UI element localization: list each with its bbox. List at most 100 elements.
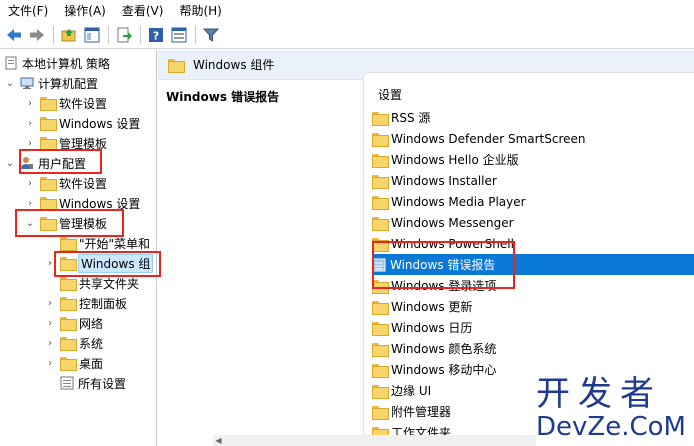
- settings-list-icon: [60, 376, 74, 390]
- tree-item-root[interactable]: 本地计算机 策略: [4, 53, 110, 73]
- chevron-right-icon[interactable]: ›: [44, 338, 56, 349]
- folder-icon: [372, 384, 389, 399]
- chevron-right-icon[interactable]: ›: [44, 258, 56, 269]
- up-folder-icon[interactable]: [58, 25, 80, 45]
- folder-icon: [372, 363, 389, 378]
- menu-file[interactable]: 文件(F): [8, 0, 48, 22]
- chevron-down-icon[interactable]: ⌄: [24, 218, 36, 229]
- watermark-logo: 开发者 DevZe.CoM: [536, 376, 694, 446]
- folder-icon: [372, 111, 389, 126]
- folder-icon: [372, 132, 389, 147]
- tree-label: 控制面板: [79, 296, 128, 311]
- tree-item-user-windows[interactable]: › Windows 设置: [24, 193, 140, 213]
- tree-label: 管理模板: [59, 136, 108, 151]
- chevron-right-icon[interactable]: ›: [24, 178, 36, 189]
- tree-label: 共享文件夹: [79, 276, 140, 291]
- tree-item-start-menu[interactable]: "开始"菜单和: [44, 233, 150, 253]
- user-icon: [20, 156, 34, 170]
- list-item-label: Windows 颜色系统: [391, 342, 497, 356]
- folder-icon: [372, 405, 389, 420]
- menu-action[interactable]: 操作(A): [64, 0, 106, 22]
- tree-item-computer-admin[interactable]: › 管理模板: [24, 133, 107, 153]
- tree-label: 本地计算机 策略: [22, 56, 110, 71]
- list-item-selected[interactable]: Windows 错误报告: [372, 254, 694, 275]
- list-item[interactable]: Windows Hello 企业版: [372, 149, 694, 170]
- folder-icon: [60, 317, 77, 331]
- tree-label: 桌面: [79, 356, 104, 371]
- chevron-right-icon[interactable]: ›: [24, 198, 36, 209]
- filter-icon[interactable]: [200, 25, 222, 45]
- list-item-label: Windows 日历: [391, 321, 473, 335]
- tree-label: 用户配置: [38, 156, 87, 171]
- list-item-label: 附件管理器: [391, 405, 452, 419]
- chevron-right-icon[interactable]: ›: [24, 118, 36, 129]
- list-item[interactable]: Windows Defender SmartScreen: [372, 128, 694, 149]
- list-item[interactable]: RSS 源: [372, 107, 694, 128]
- horizontal-scrollbar[interactable]: ◀: [213, 435, 536, 446]
- tree-item-computer-config[interactable]: ⌄ 计算机配置: [4, 73, 98, 93]
- tree-item-system[interactable]: › 系统: [44, 333, 103, 353]
- folder-icon: [40, 137, 57, 151]
- tree-label: Windows 组: [77, 253, 154, 273]
- chevron-right-icon[interactable]: ›: [24, 138, 36, 149]
- tree-item-control-panel[interactable]: › 控制面板: [44, 293, 127, 313]
- help-icon[interactable]: ?: [145, 25, 167, 45]
- policy-doc-icon: [4, 56, 18, 70]
- tree-item-windows-components[interactable]: › Windows 组: [44, 253, 154, 273]
- chevron-right-icon[interactable]: ›: [44, 358, 56, 369]
- tree-item-user-software[interactable]: › 软件设置: [24, 173, 107, 193]
- list-item[interactable]: Windows Messenger: [372, 212, 694, 233]
- scroll-left-icon[interactable]: ◀: [213, 435, 224, 446]
- tree-label: Windows 设置: [59, 196, 141, 211]
- folder-icon: [60, 337, 77, 351]
- list-item[interactable]: Windows PowerShell: [372, 233, 694, 254]
- tree-item-user-admin[interactable]: ⌄ 管理模板: [24, 213, 107, 233]
- svg-text:?: ?: [153, 30, 159, 43]
- computer-icon: [20, 76, 34, 90]
- chevron-right-icon[interactable]: ›: [44, 318, 56, 329]
- list-item[interactable]: Windows 更新: [372, 296, 694, 317]
- list-item-label: Windows 移动中心: [391, 363, 497, 377]
- folder-icon: [372, 174, 389, 189]
- tree-label: 所有设置: [78, 376, 127, 391]
- toolbar-separator: [140, 26, 141, 44]
- tree-label: 软件设置: [59, 96, 108, 111]
- list-item[interactable]: Windows 颜色系统: [372, 338, 694, 359]
- back-icon[interactable]: [3, 25, 25, 45]
- list-item[interactable]: Windows 登录选项: [372, 275, 694, 296]
- list-item-label: Windows Media Player: [391, 194, 526, 209]
- menu-view[interactable]: 查看(V): [122, 0, 164, 22]
- folder-icon: [372, 153, 389, 168]
- list-item[interactable]: Windows 日历: [372, 317, 694, 338]
- tree-item-all-settings[interactable]: 所有设置: [44, 373, 126, 393]
- tree-item-user-config[interactable]: ⌄ 用户配置: [4, 153, 86, 173]
- chevron-down-icon[interactable]: ⌄: [4, 158, 16, 169]
- chevron-down-icon[interactable]: ⌄: [4, 78, 16, 89]
- watermark-text-en: DevZe.CoM: [536, 412, 686, 442]
- folder-icon: [372, 321, 389, 336]
- tree-item-shared-folders[interactable]: 共享文件夹: [44, 273, 139, 293]
- folder-icon: [40, 197, 57, 211]
- chevron-right-icon[interactable]: ›: [24, 98, 36, 109]
- show-hide-tree-icon[interactable]: [81, 25, 103, 45]
- policy-setting-icon: [372, 258, 386, 272]
- forward-icon[interactable]: [26, 25, 48, 45]
- tree-item-computer-software[interactable]: › 软件设置: [24, 93, 107, 113]
- description-title: Windows 错误报告: [166, 90, 280, 104]
- folder-icon: [372, 300, 389, 315]
- export-icon[interactable]: [113, 25, 135, 45]
- column-header-settings[interactable]: 设置: [378, 86, 402, 103]
- menu-help[interactable]: 帮助(H): [179, 0, 221, 22]
- tree-item-computer-windows[interactable]: › Windows 设置: [24, 113, 140, 133]
- list-item[interactable]: Windows Installer: [372, 170, 694, 191]
- properties-icon[interactable]: [168, 25, 190, 45]
- tree-label: 软件设置: [59, 176, 108, 191]
- list-item-label: Windows 登录选项: [391, 279, 497, 293]
- tree-item-network[interactable]: › 网络: [44, 313, 103, 333]
- tree-label: "开始"菜单和: [79, 236, 151, 251]
- folder-icon: [372, 279, 389, 294]
- tree-item-desktop[interactable]: › 桌面: [44, 353, 103, 373]
- list-item[interactable]: Windows Media Player: [372, 191, 694, 212]
- chevron-right-icon[interactable]: ›: [44, 298, 56, 309]
- list-item-label: Windows Hello 企业版: [391, 153, 519, 167]
